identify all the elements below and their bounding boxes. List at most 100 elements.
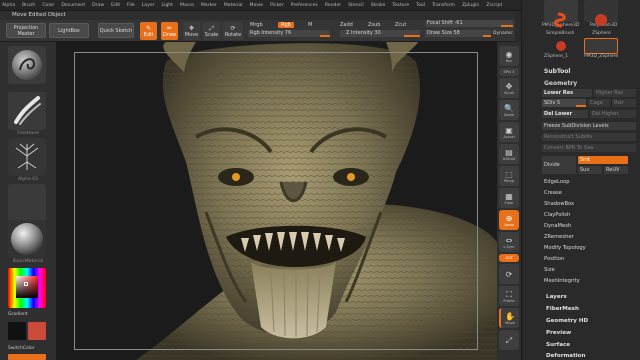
secondary-color-swatch[interactable] — [8, 322, 26, 340]
floor-button[interactable]: ▦ Floor — [499, 188, 519, 208]
claypolish-item[interactable]: ClayPolish — [544, 212, 570, 218]
rotate-button[interactable]: ⟳ Rotate — [223, 22, 243, 40]
menu-tool[interactable]: Tool — [416, 3, 425, 8]
menu-file[interactable]: File — [127, 3, 135, 8]
divide-button[interactable]: Divide — [542, 156, 576, 174]
menu-material[interactable]: Material — [224, 3, 243, 8]
tool-thumb-simplebrush[interactable] — [544, 11, 578, 29]
menu-alpha[interactable]: Alpha — [2, 3, 15, 8]
primary-color-swatch[interactable] — [28, 322, 46, 340]
menu-light[interactable]: Light — [162, 3, 173, 8]
menu-render[interactable]: Render — [325, 3, 341, 8]
dynamic-toggle[interactable]: Dynamic — [493, 31, 513, 36]
zsub-toggle[interactable]: Zsub — [368, 22, 380, 28]
reuv-toggle[interactable]: ReUV — [604, 166, 628, 174]
preview-panel[interactable]: Preview — [546, 330, 571, 336]
cage-button[interactable]: Cage — [588, 99, 610, 107]
m-toggle[interactable]: M — [308, 22, 312, 28]
local-button[interactable]: ⊕ Local — [499, 210, 519, 230]
edgeloop-item[interactable]: EdgeLoop — [544, 179, 570, 185]
zcut-toggle[interactable]: Zcut — [395, 22, 406, 28]
z-intensity-slider[interactable]: Z Intensity 30 — [340, 30, 420, 37]
menu-picker[interactable]: Picker — [270, 3, 284, 8]
reconstruct-subdiv-button[interactable]: Reconstruct Subdiv — [542, 133, 636, 141]
move-view-button[interactable]: ✋ Move — [499, 308, 519, 328]
lower-res-button[interactable]: Lower Res — [542, 89, 592, 97]
stroke-tile[interactable] — [8, 92, 46, 130]
menu-zplugin[interactable]: Zplugin — [462, 3, 479, 8]
menu-draw[interactable]: Draw — [92, 3, 104, 8]
menu-brush[interactable]: Brush — [22, 3, 35, 8]
geometry-header[interactable]: Geometry — [544, 80, 577, 87]
menu-movie[interactable]: Movie — [249, 3, 263, 8]
saturation-square[interactable] — [16, 276, 38, 298]
menu-preferences[interactable]: Preferences — [291, 3, 318, 8]
quick-sketch-button[interactable]: Quick Sketch — [98, 23, 134, 38]
draw-button[interactable]: ✏ Draw — [161, 22, 178, 40]
tool-thumb-zsphere-1[interactable] — [544, 38, 578, 54]
zadd-toggle[interactable]: Zadd — [340, 22, 353, 28]
bpr-button[interactable]: ◉ Bpr — [499, 46, 519, 66]
edit-button[interactable]: ✎ Edit — [140, 22, 157, 40]
menu-color[interactable]: Color — [42, 3, 54, 8]
material-tile[interactable] — [8, 220, 46, 258]
rotate-axis-button[interactable]: ⟳ — [499, 264, 519, 284]
alpha-tile[interactable] — [8, 138, 46, 176]
draw-size-slider[interactable]: Draw Size 58 — [425, 30, 491, 37]
tool-thumb-pm3d-zsphere[interactable] — [584, 38, 618, 54]
spix-button[interactable]: SPix 3 — [499, 68, 519, 76]
geometry-hd-panel[interactable]: Geometry HD — [546, 318, 588, 324]
surface-panel[interactable]: Surface — [546, 342, 570, 348]
tool-thumb-zsphere[interactable] — [584, 11, 618, 29]
mrgb-toggle[interactable]: Mrgb — [250, 22, 263, 28]
rstr-button[interactable]: Rstr — [612, 99, 636, 107]
lsym-button[interactable]: ⇔ L.Sym — [499, 232, 519, 252]
focal-shift-slider[interactable]: Focal Shift -61 — [425, 20, 513, 27]
brush-tile[interactable] — [8, 46, 46, 84]
texture-tile[interactable] — [8, 184, 46, 222]
lightbox-button[interactable]: LightBox — [49, 23, 89, 38]
freeze-subdivision-button[interactable]: Freeze SubDivision Levels — [542, 122, 636, 130]
position-item[interactable]: Position — [544, 256, 564, 262]
subtool-header[interactable]: SubTool — [544, 68, 570, 75]
convert-bpr-button[interactable]: Convert BPR To Geo — [542, 144, 636, 152]
menu-stroke[interactable]: Stroke — [371, 3, 386, 8]
layers-panel[interactable]: Layers — [546, 294, 567, 300]
xyz-button[interactable]: XYZ — [499, 254, 519, 262]
shadowbox-item[interactable]: ShadowBox — [544, 201, 574, 207]
size-item[interactable]: Size — [544, 267, 555, 273]
color-cursor-icon[interactable] — [24, 282, 28, 286]
menu-stencil[interactable]: Stencil — [348, 3, 364, 8]
menu-zscript[interactable]: Zscript — [486, 3, 502, 8]
menu-macro[interactable]: Macro — [180, 3, 194, 8]
modify-topology-item[interactable]: Modify Topology — [544, 245, 586, 251]
del-lower-button[interactable]: Del Lower — [542, 110, 588, 118]
persp-button[interactable]: ⬚ Persp — [499, 166, 519, 186]
smt-toggle[interactable]: Smt — [578, 156, 628, 164]
menu-transform[interactable]: Transform — [432, 3, 455, 8]
del-higher-button[interactable]: Del Higher — [590, 110, 636, 118]
rgb-intensity-slider[interactable]: Rgb Intensity 76 — [248, 30, 330, 37]
menu-layer[interactable]: Layer — [142, 3, 155, 8]
move-button[interactable]: ✥ Move — [183, 22, 200, 40]
frame-button[interactable]: ⛶ Frame — [499, 286, 519, 306]
menu-marker[interactable]: Marker — [201, 3, 217, 8]
dynamesh-item[interactable]: DynaMesh — [544, 223, 571, 229]
fibermesh-panel[interactable]: FiberMesh — [546, 306, 579, 312]
scroll-button[interactable]: ✥ Scroll — [499, 78, 519, 98]
meshintegrity-item[interactable]: MeshIntegrity — [544, 278, 580, 284]
aahalf-button[interactable]: ▤ AAHalf — [499, 144, 519, 164]
zoom-button[interactable]: 🔍 Zoom — [499, 100, 519, 120]
suv-toggle[interactable]: Suv — [578, 166, 602, 174]
switch-color-button[interactable]: SwitchColor — [8, 346, 56, 351]
actual-button[interactable]: ▣ Actual — [499, 122, 519, 142]
higher-res-button[interactable]: Higher Res — [594, 89, 636, 97]
scale-button[interactable]: ⤢ Scale — [203, 22, 220, 40]
menu-texture[interactable]: Texture — [392, 3, 409, 8]
alternate-color-bar[interactable] — [8, 354, 46, 360]
projection-master-button[interactable]: Projection Master — [6, 23, 46, 38]
scale-view-button[interactable]: ⤢ — [499, 330, 519, 350]
crease-item[interactable]: Crease — [544, 190, 562, 196]
menu-edit[interactable]: Edit — [111, 3, 120, 8]
deformation-panel[interactable]: Deformation — [546, 353, 586, 359]
